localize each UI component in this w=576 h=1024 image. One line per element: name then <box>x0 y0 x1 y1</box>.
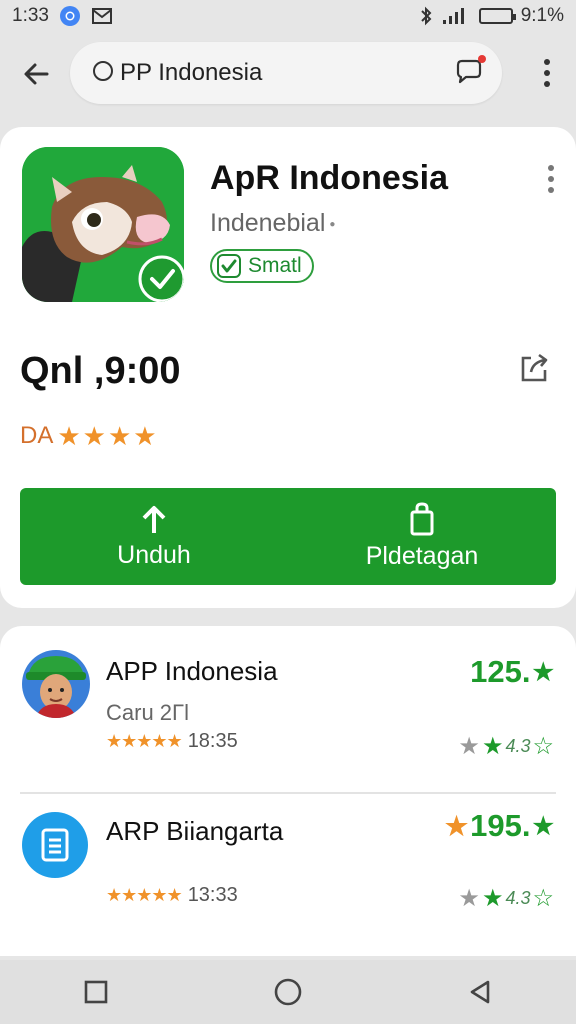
battery-icon <box>478 8 516 24</box>
rating-stars: ★ ★ 4.3 ☆ <box>458 732 554 761</box>
signal-icon <box>441 6 471 26</box>
menu-dot-icon <box>544 59 550 65</box>
list-item-meta: ★★★★★ 13:33 <box>106 884 238 907</box>
list-item-score: 125. ★ <box>470 654 554 690</box>
star-icon: ★ <box>444 810 469 841</box>
back-nav-button[interactable] <box>450 962 510 1022</box>
verified-chip[interactable]: Smatl <box>210 249 314 283</box>
rating-value: 4.3 <box>505 888 531 908</box>
square-icon <box>84 980 108 1004</box>
rating-stars: ★ ★ 4.3 ☆ <box>458 884 554 913</box>
list-item-meta: ★★★★★ 18:35 <box>106 730 238 753</box>
back-button[interactable] <box>8 46 64 102</box>
app-developer: Indenebial <box>210 209 326 237</box>
app-price: Qnl ,9:00 <box>20 350 181 392</box>
site-info-icon <box>92 60 114 87</box>
battery-percent: 9:1% <box>520 5 564 26</box>
menu-dot-icon <box>548 176 554 182</box>
list-item-time: 13:33 <box>187 884 238 906</box>
menu-dot-icon <box>548 165 554 171</box>
star-icon: ★ <box>481 885 504 912</box>
star-icon: ★ <box>532 812 554 840</box>
details-button[interactable]: Pldetagan <box>288 488 556 585</box>
download-label: Unduh <box>117 541 191 569</box>
arrow-left-icon <box>24 63 49 85</box>
app-title: ApR Indonesia <box>210 159 449 197</box>
menu-dot-icon <box>544 81 550 87</box>
star-icon: ★ <box>481 733 504 760</box>
download-button[interactable]: Unduh <box>20 488 288 585</box>
star-icon: ★ <box>458 733 480 760</box>
related-apps-card: APP Indonesia Caru 2Γl ★★★★★ 18:35 125. … <box>0 626 576 956</box>
search-text: PP Indonesia <box>120 59 263 86</box>
cow-mascot-icon <box>22 147 184 302</box>
triangle-back-icon <box>470 980 490 1004</box>
search-bar[interactable]: PP Indonesia <box>70 42 502 104</box>
verified-label: Smatl <box>248 254 302 277</box>
list-item[interactable]: ARP Biiangarta ★★★★★ 13:33 ★ 195. ★ ★ ★ … <box>0 796 576 946</box>
app-subtitle: Indenebial ● <box>210 209 335 238</box>
score-value: 195. <box>470 808 531 843</box>
top-bar: PP Indonesia <box>0 34 576 114</box>
mail-icon <box>91 6 113 26</box>
divider <box>20 792 556 794</box>
tab-switcher-icon[interactable] <box>454 54 486 90</box>
list-item-time: 18:35 <box>187 730 238 752</box>
dot-icon: ● <box>329 218 336 230</box>
star-icon: ★ <box>57 421 81 451</box>
document-icon <box>41 828 69 862</box>
status-bar: 1:33 9:1% <box>0 0 576 32</box>
star-icon: ★ <box>82 421 106 451</box>
small-stars-icon: ★★★★★ <box>106 731 183 751</box>
notification-dot <box>478 54 486 63</box>
menu-dot-icon <box>548 187 554 193</box>
circle-icon <box>274 978 302 1006</box>
app-icon <box>22 812 88 878</box>
rating-value: 4.3 <box>505 736 531 756</box>
bluetooth-icon <box>419 6 433 26</box>
star-icon: ★ <box>532 658 554 686</box>
status-time: 1:33 <box>12 5 49 26</box>
upload-arrow-icon <box>142 506 166 533</box>
star-icon: ★ <box>458 885 480 912</box>
star-outline-icon: ☆ <box>532 885 554 912</box>
recents-button[interactable] <box>66 962 126 1022</box>
list-item-title: APP Indonesia <box>106 656 278 686</box>
list-item-title: ARP Biiangarta <box>106 816 284 846</box>
details-label: Pldetagan <box>365 542 479 570</box>
verified-check-icon <box>217 254 241 278</box>
rating-row: DA ★ ★ ★ ★ <box>20 422 157 450</box>
share-icon <box>521 353 548 382</box>
app-icon[interactable] <box>22 147 184 302</box>
home-button[interactable] <box>258 962 318 1022</box>
list-item-score: ★ 195. ★ <box>445 808 554 844</box>
list-item-subtitle: Caru 2Γl <box>106 700 190 725</box>
small-stars-icon: ★★★★★ <box>106 885 183 905</box>
menu-dot-icon <box>544 70 550 76</box>
rating-label: DA <box>20 422 54 449</box>
navigation-bar <box>0 960 576 1024</box>
star-outline-icon: ☆ <box>532 733 554 760</box>
list-item[interactable]: APP Indonesia Caru 2Γl ★★★★★ 18:35 125. … <box>0 636 576 786</box>
avatar <box>22 650 90 718</box>
overflow-menu-button[interactable] <box>532 50 562 96</box>
star-icon: ★ <box>133 421 157 451</box>
app-card: ApR Indonesia Indenebial ● Smatl Qnl ,9:0… <box>0 127 576 608</box>
action-bar: Unduh Pldetagan <box>20 488 556 585</box>
shopping-bag-icon <box>410 502 434 536</box>
score-value: 125. <box>470 654 531 689</box>
card-more-button[interactable] <box>548 165 554 193</box>
star-icon: ★ <box>107 421 132 451</box>
chrome-icon <box>59 5 81 27</box>
share-button[interactable] <box>514 347 554 387</box>
